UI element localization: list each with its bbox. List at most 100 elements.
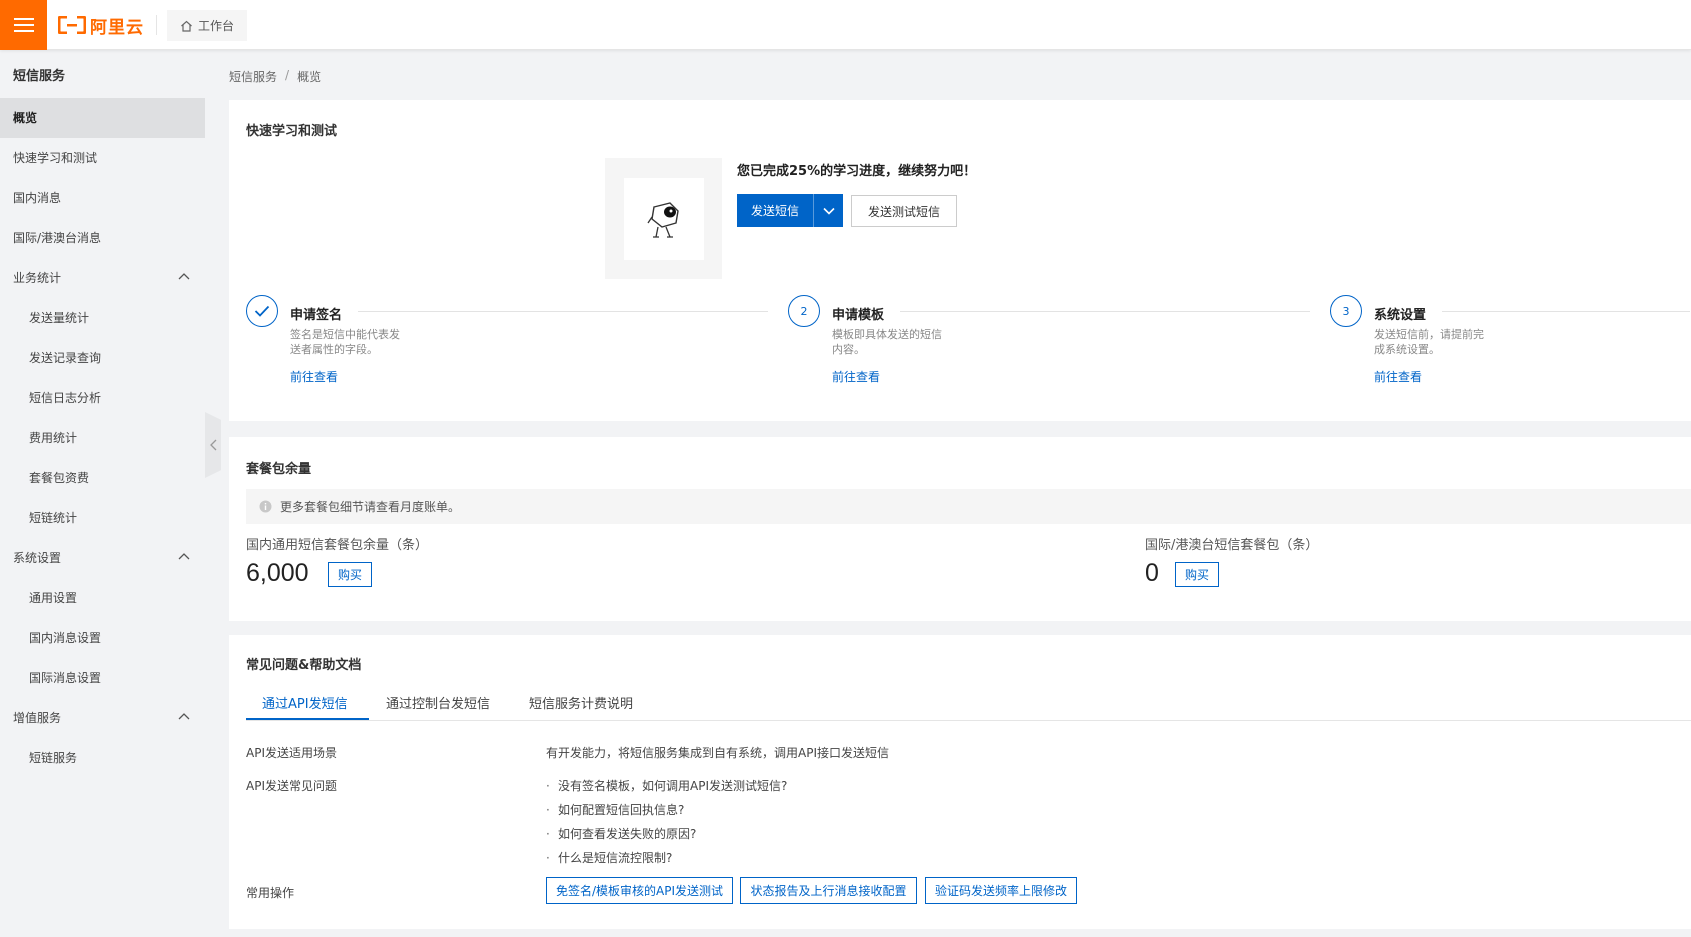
intl-package-value: 0: [1145, 559, 1159, 587]
faq-question-link[interactable]: · 如何查看发送失败的原因?: [546, 825, 696, 842]
faq-question-link[interactable]: · 如何配置短信回执信息?: [546, 801, 684, 818]
faq-card: 常见问题&帮助文档 通过API发短信 通过控制台发短信 短信服务计费说明 API…: [229, 635, 1691, 929]
send-sms-label: 发送短信: [750, 204, 799, 218]
sidebar-item-shortlink-service[interactable]: 短链服务: [0, 738, 205, 778]
sidebar: 短信服务 概览 快速学习和测试 国内消息 国际/港澳台消息 业务统计 发送量统计…: [0, 50, 205, 937]
learning-progress-text: 您已完成25%的学习进度，继续努力吧！: [737, 164, 977, 179]
intl-package-label: 国际/港澳台短信套餐包（条）: [1145, 538, 1319, 553]
sidebar-item-domestic-settings[interactable]: 国内消息设置: [0, 618, 205, 658]
faq-title: 常见问题&帮助文档: [246, 658, 362, 673]
faq-question-link[interactable]: · 什么是短信流控限制?: [546, 849, 672, 866]
chevron-up-icon: [178, 713, 190, 720]
faq-question-text: 没有签名模板，如何调用API发送测试短信?: [558, 779, 788, 793]
sidebar-item-package-pricing[interactable]: 套餐包资费: [0, 458, 205, 498]
aliyun-logo-icon: [58, 16, 86, 34]
step-description: 签名是短信中能代表发送者属性的字段。: [290, 328, 400, 356]
bullet: ·: [546, 827, 550, 841]
sidebar-item-domestic[interactable]: 国内消息: [0, 178, 205, 218]
sidebar-group-business-stats[interactable]: 业务统计: [0, 258, 205, 298]
send-sms-dropdown[interactable]: [813, 194, 843, 227]
verify-code-frequency-button[interactable]: 验证码发送频率上限修改: [925, 877, 1077, 904]
sidebar-group-value-added[interactable]: 增值服务: [0, 698, 205, 738]
tab-billing[interactable]: 短信服务计费说明: [529, 693, 633, 712]
brand-name: 阿里云: [90, 17, 144, 38]
sidebar-item-log-analysis[interactable]: 短信日志分析: [0, 378, 205, 418]
sidebar-item-send-volume[interactable]: 发送量统计: [0, 298, 205, 338]
faq-question-text: 如何查看发送失败的原因?: [558, 827, 697, 841]
sidebar-item-send-records[interactable]: 发送记录查询: [0, 338, 205, 378]
step-number-circle: 3: [1330, 295, 1362, 327]
step-view-link[interactable]: 前往查看: [1374, 368, 1422, 385]
send-sms-button[interactable]: 发送短信: [737, 194, 843, 227]
quick-learn-card: 快速学习和测试 您已完成25%的学习进度，继续努力吧！ 发送短信 发送测试短信 …: [229, 100, 1691, 421]
workbench-button[interactable]: 工作台: [167, 10, 248, 41]
domestic-buy-button[interactable]: 购买: [328, 562, 372, 587]
sidebar-item-cost-stats[interactable]: 费用统计: [0, 418, 205, 458]
home-icon: [181, 20, 192, 32]
sidebar-group-label: 增值服务: [13, 711, 62, 725]
sidebar-group-label: 系统设置: [13, 551, 62, 565]
package-balance-card: 套餐包余量 更多套餐包细节请查看月度账单。 国内通用短信套餐包余量（条） 6,0…: [229, 437, 1691, 621]
step-view-link[interactable]: 前往查看: [290, 368, 338, 385]
top-bar: 阿里云 工作台: [0, 0, 1691, 50]
top-divider: [156, 15, 157, 35]
step-description: 发送短信前，请提前完成系统设置。: [1374, 328, 1484, 356]
faq-question-link[interactable]: · 没有签名模板，如何调用API发送测试短信?: [546, 777, 787, 794]
bullet: ·: [546, 851, 550, 865]
sidebar-group-system-settings[interactable]: 系统设置: [0, 538, 205, 578]
tab-api-send[interactable]: 通过API发短信: [262, 693, 348, 712]
breadcrumb-separator: /: [285, 68, 290, 82]
faq-question-text: 什么是短信流控限制?: [558, 851, 673, 865]
breadcrumb: 短信服务 / 概览: [229, 68, 321, 85]
check-icon: [254, 305, 270, 317]
send-test-sms-button[interactable]: 发送测试短信: [851, 195, 957, 227]
api-faq-label: API发送常见问题: [246, 779, 337, 793]
sidebar-item-general-settings[interactable]: 通用设置: [0, 578, 205, 618]
breadcrumb-current: 概览: [297, 70, 322, 84]
sidebar-collapse-handle[interactable]: [205, 412, 221, 478]
step-connector: [358, 311, 768, 312]
domestic-package-label: 国内通用短信套餐包余量（条）: [246, 538, 429, 553]
step-connector: [900, 311, 1310, 312]
package-title: 套餐包余量: [246, 462, 312, 477]
aliyun-logo[interactable]: 阿里云: [58, 13, 144, 38]
astronaut-icon: [646, 201, 679, 238]
chevron-up-icon: [178, 553, 190, 560]
domestic-package-value: 6,000: [246, 559, 309, 587]
sidebar-item-international[interactable]: 国际/港澳台消息: [0, 218, 205, 258]
sidebar-item-intl-settings[interactable]: 国际消息设置: [0, 658, 205, 698]
step-connector: [1442, 311, 1690, 312]
tab-console-send[interactable]: 通过控制台发短信: [386, 693, 490, 712]
intl-buy-button[interactable]: 购买: [1175, 562, 1219, 587]
hamburger-icon: [13, 18, 34, 32]
chevron-left-icon: [209, 439, 216, 451]
sidebar-group-label: 业务统计: [13, 271, 62, 285]
workbench-label: 工作台: [198, 19, 235, 33]
sidebar-item-overview[interactable]: 概览: [0, 98, 205, 138]
common-ops-label: 常用操作: [246, 886, 295, 900]
bullet: ·: [546, 803, 550, 817]
faq-tabs: 通过API发短信 通过控制台发短信 短信服务计费说明: [246, 685, 1691, 721]
api-scene-label: API发送适用场景: [246, 746, 337, 760]
api-test-button[interactable]: 免签名/模板审核的API发送测试: [546, 877, 733, 904]
quick-learn-title: 快速学习和测试: [246, 124, 338, 139]
active-tab-indicator: [246, 718, 369, 720]
sidebar-title: 短信服务: [13, 69, 66, 84]
sidebar-item-quick-learn[interactable]: 快速学习和测试: [0, 138, 205, 178]
step-view-link[interactable]: 前往查看: [832, 368, 880, 385]
api-scene-text: 有开发能力，将短信服务集成到自有系统，调用API接口发送短信: [546, 746, 889, 760]
bullet: ·: [546, 779, 550, 793]
step-title: 申请模板: [832, 308, 885, 323]
notice-text: 更多套餐包细节请查看月度账单。: [280, 500, 461, 514]
status-report-config-button[interactable]: 状态报告及上行消息接收配置: [740, 877, 917, 904]
menu-button[interactable]: [0, 0, 47, 50]
step-description: 模板即具体发送的短信内容。: [832, 328, 942, 356]
chevron-up-icon: [178, 273, 190, 280]
step-title: 系统设置: [1374, 308, 1427, 323]
chevron-down-icon: [822, 207, 835, 215]
sidebar-item-shortlink-stats[interactable]: 短链统计: [0, 498, 205, 538]
info-icon: [259, 500, 272, 513]
breadcrumb-root[interactable]: 短信服务: [229, 68, 277, 85]
step-done-circle: [246, 295, 278, 327]
learning-illustration: [605, 158, 722, 279]
